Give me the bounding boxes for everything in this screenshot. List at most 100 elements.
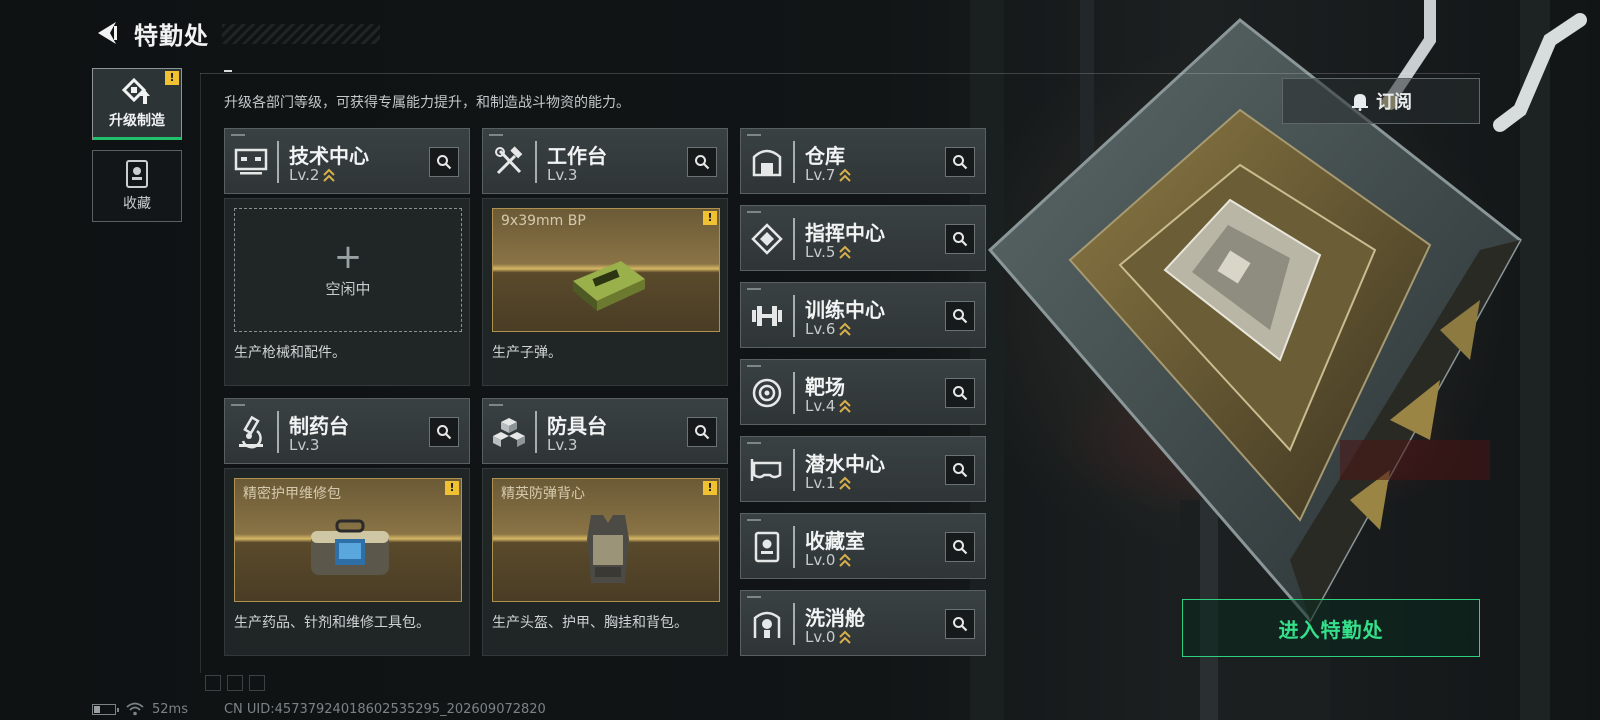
battery-icon <box>92 703 119 715</box>
warehouse-icon <box>749 144 785 180</box>
decontamination-icon <box>749 606 785 642</box>
tools-icon <box>491 144 527 180</box>
facility-level: Lv.1 <box>805 474 852 492</box>
separator <box>793 218 795 260</box>
search-button[interactable] <box>687 417 717 447</box>
search-button[interactable] <box>945 609 975 639</box>
separator <box>277 141 279 183</box>
station-description: 生产药品、针剂和维修工具包。 <box>234 615 430 631</box>
alert-badge: ! <box>703 481 717 495</box>
search-button[interactable] <box>945 301 975 331</box>
ammo-box-icon <box>573 261 645 311</box>
facility-level: Lv.7 <box>805 166 852 184</box>
alert-badge: ! <box>445 481 459 495</box>
upgrade-arrow-icon <box>839 553 852 567</box>
command-icon <box>749 221 785 257</box>
search-icon <box>953 540 968 555</box>
station-level: Lv.3 <box>547 166 577 184</box>
level-text: Lv.3 <box>547 436 578 454</box>
search-icon <box>437 155 452 170</box>
back-chevron-icon <box>98 22 117 44</box>
facility-level: Lv.0 <box>805 628 852 646</box>
facility-warehouse[interactable]: 仓库 Lv.7 <box>740 128 986 194</box>
produced-item-name: 精密护甲维修包 <box>243 486 341 502</box>
separator <box>535 411 537 453</box>
upgrade-craft-icon <box>122 78 150 104</box>
tab-label: 升级制造 <box>109 113 165 129</box>
tab-collection[interactable]: 收藏 <box>92 150 182 222</box>
separator <box>535 141 537 183</box>
header: 特勤处 <box>92 16 209 50</box>
facility-command-center[interactable]: 指挥中心 Lv.5 <box>740 205 986 271</box>
facility-level: Lv.5 <box>805 243 852 261</box>
station-header[interactable]: 制药台 Lv.3 <box>224 398 470 464</box>
facility-diving-center[interactable]: 潜水中心 Lv.1 <box>740 436 986 502</box>
page-description: 升级各部门等级，可获得专属能力提升，和制造战斗物资的能力。 <box>224 95 630 111</box>
search-button[interactable] <box>945 532 975 562</box>
upgrade-arrow-icon <box>839 322 852 336</box>
station-name: 技术中心 <box>289 144 369 168</box>
status-bar: 52ms CN UID:45737924018602535295_2026090… <box>92 700 546 718</box>
station-description: 生产枪械和配件。 <box>234 345 346 361</box>
facility-name: 训练中心 <box>805 298 885 322</box>
facility-collection-room[interactable]: 收藏室 Lv.0 <box>740 513 986 579</box>
upgrade-arrow-icon <box>839 399 852 413</box>
search-button[interactable] <box>945 455 975 485</box>
subscribe-button[interactable]: 订阅 <box>1282 78 1480 124</box>
search-icon <box>953 232 968 247</box>
station-header[interactable]: 工作台 Lv.3 <box>482 128 728 194</box>
separator <box>793 141 795 183</box>
ping-readout: 52ms <box>152 701 188 717</box>
search-button[interactable] <box>945 224 975 254</box>
facility-level: Lv.0 <box>805 551 852 569</box>
decor-square <box>227 675 243 691</box>
station-level: Lv.2 <box>289 166 336 184</box>
search-icon <box>953 617 968 632</box>
separator <box>793 295 795 337</box>
title-decoration <box>222 24 380 44</box>
target-icon <box>749 375 785 411</box>
produced-item-name: 精英防弹背心 <box>501 486 585 502</box>
search-button[interactable] <box>687 147 717 177</box>
tab-label: 收藏 <box>123 196 151 212</box>
search-button[interactable] <box>945 147 975 177</box>
production-slot-empty[interactable]: + 空闲中 <box>234 208 462 332</box>
search-button[interactable] <box>429 147 459 177</box>
upgrade-arrow-icon <box>839 476 852 490</box>
decor-square <box>205 675 221 691</box>
back-button[interactable] <box>92 18 122 48</box>
search-button[interactable] <box>429 417 459 447</box>
separator <box>793 526 795 568</box>
level-text: Lv.2 <box>289 166 320 184</box>
station-body: 精英防弹背心 ! 生产头盔、护甲、胸挂和背包。 <box>482 468 728 656</box>
production-slot[interactable]: 精密护甲维修包 ! <box>234 478 462 602</box>
production-slot[interactable]: 精英防弹背心 ! <box>492 478 720 602</box>
facility-training-center[interactable]: 训练中心 Lv.6 <box>740 282 986 348</box>
station-header[interactable]: 技术中心 Lv.2 <box>224 128 470 194</box>
enter-special-ops-button[interactable]: 进入特勤处 <box>1182 599 1480 657</box>
level-text: Lv.4 <box>805 397 836 415</box>
enter-label: 进入特勤处 <box>1278 617 1384 642</box>
wifi-icon <box>126 702 144 716</box>
repair-kit-icon <box>311 519 389 575</box>
facility-decontamination[interactable]: 洗消舱 Lv.0 <box>740 590 986 656</box>
microscope-icon <box>233 414 269 450</box>
page-title: 特勤处 <box>134 21 209 50</box>
alert-badge: ! <box>165 71 179 85</box>
station-name: 防具台 <box>547 414 607 438</box>
upgrade-arrow-icon <box>839 245 852 259</box>
separator <box>793 449 795 491</box>
station-header[interactable]: 防具台 Lv.3 <box>482 398 728 464</box>
armor-vest-icon <box>587 515 629 583</box>
production-slot[interactable]: 9x39mm BP ! <box>492 208 720 332</box>
bottom-decoration <box>205 675 265 691</box>
facility-name: 指挥中心 <box>805 221 885 245</box>
tab-upgrade-craft[interactable]: ! 升级制造 <box>92 68 182 140</box>
level-text: Lv.5 <box>805 243 836 261</box>
alert-badge: ! <box>703 211 717 225</box>
facility-shooting-range[interactable]: 靶场 Lv.4 <box>740 359 986 425</box>
search-button[interactable] <box>945 378 975 408</box>
facility-name: 洗消舱 <box>805 606 865 630</box>
plus-icon: + <box>333 236 363 277</box>
monitor-icon <box>233 144 269 180</box>
